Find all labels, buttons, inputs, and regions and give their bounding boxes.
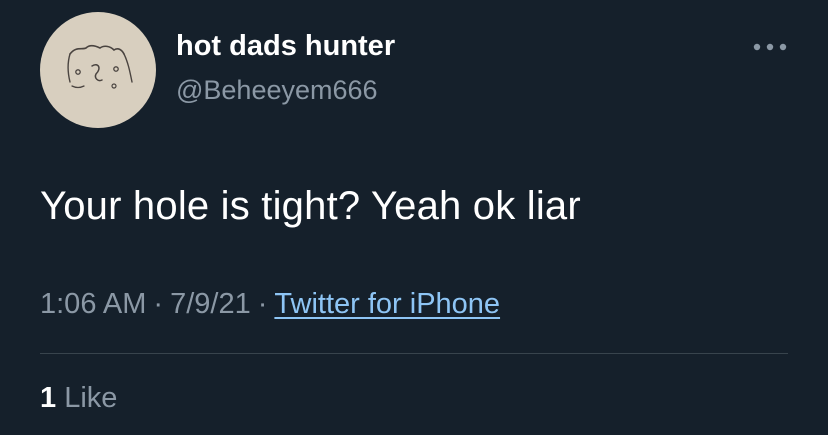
more-options-button[interactable] — [748, 34, 792, 60]
tweet-time[interactable]: 1:06 AM — [40, 288, 146, 320]
likes-count-link[interactable]: 1 Like — [40, 382, 117, 415]
like-label: Like — [64, 382, 118, 414]
tweet-source-link[interactable]: Twitter for iPhone — [274, 288, 500, 320]
meta-separator: · — [153, 288, 164, 320]
tweet-date[interactable]: 7/9/21 — [170, 288, 251, 320]
meta-separator: · — [257, 288, 268, 320]
tweet-meta: 1:06 AM · 7/9/21 · Twitter for iPhone — [40, 288, 500, 321]
author-handle[interactable]: @Beheeyem666 — [176, 75, 378, 106]
author-display-name[interactable]: hot dads hunter — [176, 30, 395, 63]
doodle-face-avatar-icon — [67, 44, 133, 89]
more-horizontal-icon — [753, 43, 787, 51]
divider — [40, 353, 788, 354]
tweet-text: Your hole is tight? Yeah ok liar — [40, 184, 581, 228]
author-avatar[interactable] — [40, 12, 156, 128]
tweet-card: hot dads hunter @Beheeyem666 Your hole i… — [0, 0, 828, 435]
like-count: 1 — [40, 382, 57, 414]
